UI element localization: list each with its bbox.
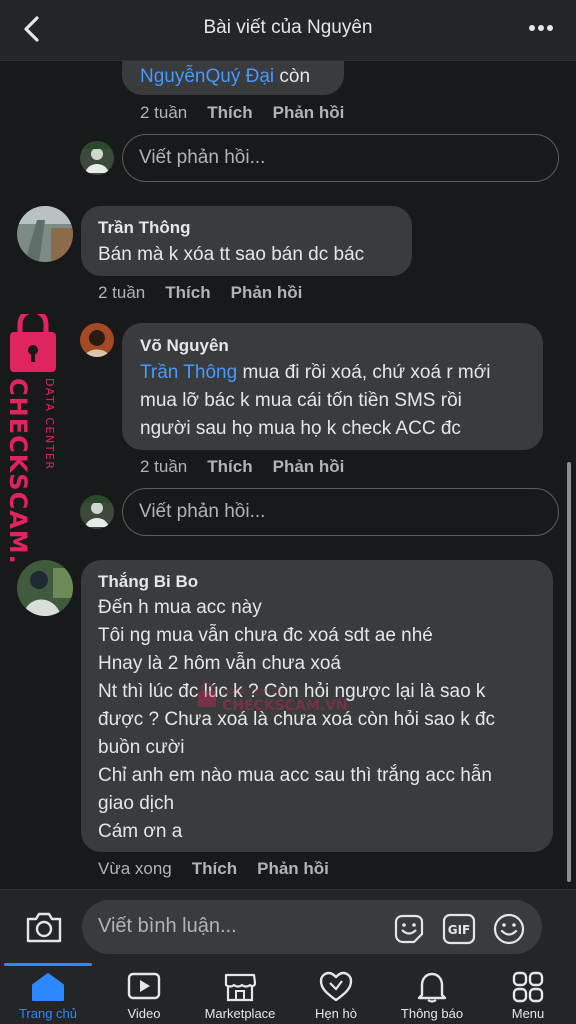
home-icon [32,973,64,1001]
video-icon [127,972,161,1000]
comment-time: 2 tuần [140,457,188,476]
tab-label: Menu [511,1006,545,1021]
more-options-icon[interactable] [528,18,554,38]
comment-text: Tôi ng mua vẫn chưa đc xoá sdt ae nhé [98,625,433,646]
comment-composer: Viết bình luận... GIF [0,889,576,964]
svg-text:CHECKSCAM.VN: CHECKSCAM.VN [222,698,348,714]
comment-time: Vừa xong [98,859,172,878]
menu-grid-icon [512,971,544,1003]
comment-time: 2 tuần [140,103,188,122]
like-button[interactable]: Thích [192,859,237,878]
svg-text:DATA CENTER: DATA CENTER [222,688,284,698]
reply-button[interactable]: Phản hồi [231,283,303,302]
comment-text: Chỉ anh em nào mua acc sau thì trắng acc… [98,765,492,786]
comment-author[interactable]: Trần Thông [98,218,191,238]
avatar[interactable] [17,560,73,616]
avatar[interactable] [80,323,114,357]
comment-text: mua lỡ bác k mua cái tốn tiền SMS rồi [140,390,462,411]
tab-label: Video [127,1006,161,1021]
like-button[interactable]: Thích [207,457,252,476]
reply-button[interactable]: Phản hồi [273,457,345,476]
tab-home[interactable]: Trang chủ [0,963,96,1024]
comment-time: 2 tuần [98,283,146,302]
current-user-avatar [80,141,114,175]
tab-dating[interactable]: Hẹn hò [288,963,384,1024]
watermark-logo: DATA CENTER CHECKSCAM.VN [6,314,56,564]
avatar[interactable] [17,206,73,262]
comment-bubble: NguyễnQuý Đại còn [122,61,344,95]
page-title: Bài viết của Nguyên [203,17,373,38]
comment-meta: 2 tuần Thích Phản hồi [140,103,344,123]
comment-thread: NguyễnQuý Đại còn 2 tuần Thích Phản hồi Vi… [0,61,576,889]
tab-video[interactable]: Video [96,963,192,1024]
comment-bubble: Trần Thông Bán mà k xóa tt sao bán dc bá… [81,206,412,276]
dating-icon [319,971,353,1002]
tab-marketplace[interactable]: Marketplace [192,963,288,1024]
comment-text: Đến h mua acc này [98,597,262,618]
reply-placeholder: Viết phản hồi... [139,501,266,522]
reply-button[interactable]: Phản hồi [273,103,345,122]
comment-bubble: Võ Nguyên Trần Thông mua đi rồi xoá, chứ… [122,323,543,450]
tab-label: Trang chủ [18,1006,78,1021]
watermark-overlay: DATA CENTER CHECKSCAM.VN [198,683,348,714]
tab-label: Marketplace [204,1006,276,1021]
bell-icon [417,972,447,1003]
comment-text: NguyễnQuý Đại còn [140,66,311,87]
comment-author[interactable]: Thắng Bi Bo [98,572,198,592]
comment-text: buồn cười [98,737,185,758]
svg-text:GIF: GIF [448,923,471,937]
scrollbar[interactable] [567,462,571,882]
bottom-tab-bar: Trang chủ Video Marketplace Hẹn hò Thông… [0,963,576,1024]
like-button[interactable]: Thích [165,283,210,302]
mention-link[interactable]: Trần Thông [140,362,237,383]
mention-link[interactable]: NguyễnQuý Đại [140,66,274,87]
comment-text: Trần Thông mua đi rồi xoá, chứ xoá r mới [140,362,491,383]
camera-icon[interactable] [24,908,64,946]
marketplace-icon [224,973,257,1002]
comment-text: giao dịch [98,793,175,814]
current-user-avatar [80,495,114,529]
tab-label: Thông báo [400,1006,464,1021]
tab-notifications[interactable]: Thông báo [384,963,480,1024]
comment-author[interactable]: Võ Nguyên [140,336,229,356]
comment-placeholder: Viết bình luận... [98,915,237,937]
gif-icon[interactable]: GIF [442,912,476,946]
sticker-icon[interactable] [392,912,426,946]
emoji-icon[interactable] [492,912,526,946]
comment-meta: 2 tuần Thích Phản hồi [98,283,302,303]
comment-text: Hnay là 2 hôm vẫn chưa xoá [98,653,341,674]
watermark-text-large: CHECKSCAM.VN [6,378,32,564]
reply-button[interactable]: Phản hồi [257,859,329,878]
reply-input[interactable]: Viết phản hồi... [122,134,559,182]
tab-label: Hẹn hò [315,1006,357,1021]
watermark-text-small: DATA CENTER [43,378,56,471]
comment-input[interactable]: Viết bình luận... GIF [82,900,542,954]
reply-placeholder: Viết phản hồi... [139,147,266,168]
like-button[interactable]: Thích [207,103,252,122]
reply-input[interactable]: Viết phản hồi... [122,488,559,536]
comment-meta: Vừa xong Thích Phản hồi [98,859,329,879]
comment-text: Bán mà k xóa tt sao bán dc bác [98,244,365,265]
comment-meta: 2 tuần Thích Phản hồi [140,457,344,477]
top-bar: Bài viết của Nguyên [0,0,576,61]
tab-menu[interactable]: Menu [480,963,576,1024]
comment-text: Cám ơn a [98,821,183,842]
comment-text: người sau họ mua họ k check ACC đc [140,418,461,439]
